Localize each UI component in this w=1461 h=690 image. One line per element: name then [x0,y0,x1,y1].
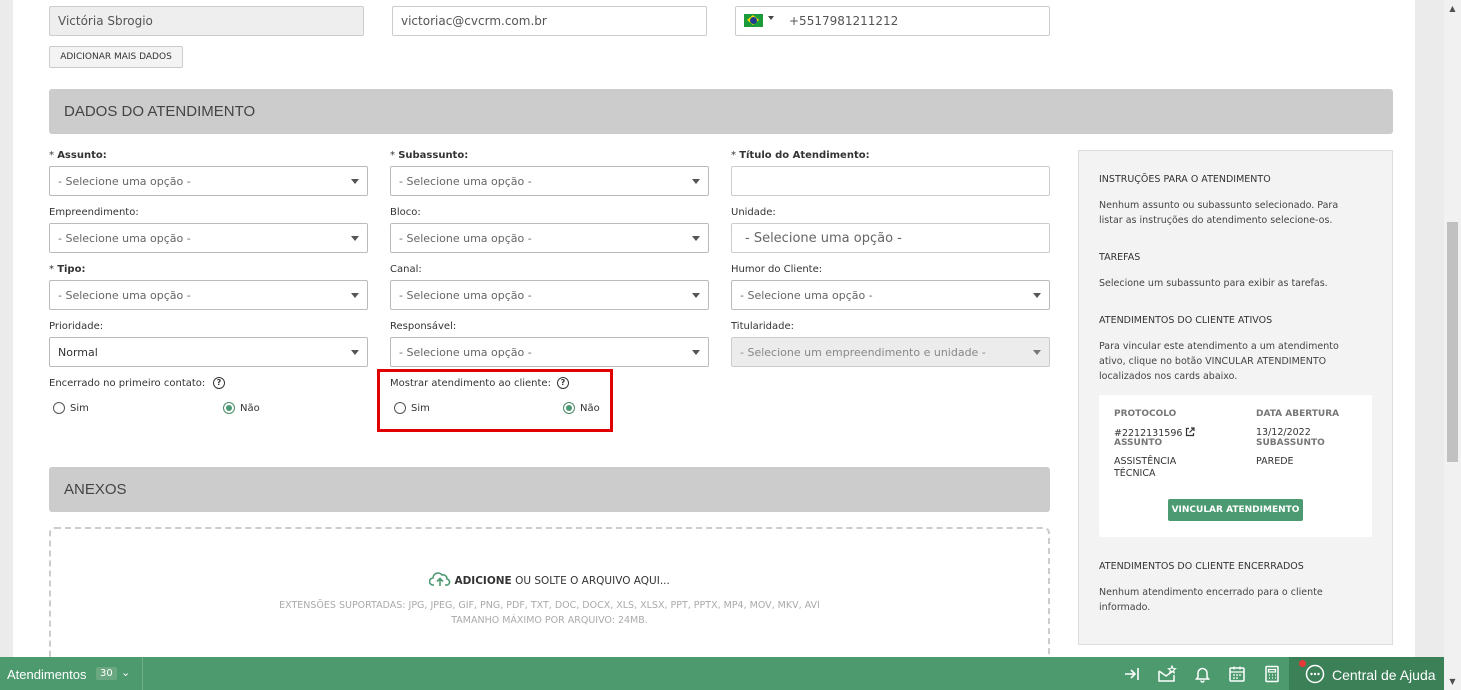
chevron-down-icon[interactable]: ⌄ [121,666,130,679]
empreendimento-select[interactable]: - Selecione uma opção - [49,223,368,253]
date-label: DATA ABERTURA [1256,409,1340,419]
chevron-down-icon [692,236,700,241]
required-mark: * [49,150,54,161]
active-text-3: localizados nos cards abaixo. [1099,371,1238,382]
chevron-down-icon [692,179,700,184]
chevron-down-icon [351,350,359,355]
external-link-icon[interactable] [1185,427,1196,437]
phone-field[interactable]: +5517981211212 [735,6,1050,36]
required-mark: * [49,264,54,275]
section-header-attachments: ANEXOS [49,467,1050,512]
bloco-select[interactable]: - Selecione uma opção - [390,223,709,253]
titulo-label: * Título do Atendimento: [731,150,870,161]
scroll-up-icon[interactable]: ▲ [1447,3,1458,14]
tipo-label: * Tipo: [49,264,86,275]
link-attendance-button[interactable]: VINCULAR ATENDIMENTO [1168,499,1303,521]
canal-select[interactable]: - Selecione uma opção - [390,280,709,310]
scroll-down-icon[interactable]: ▼ [1447,676,1458,687]
calendar-icon[interactable] [1228,665,1246,683]
protocol-label: PROTOCOLO [1114,409,1177,419]
instructions-title: INSTRUÇÕES PARA O ATENDIMENTO [1099,174,1271,185]
subject-label: ASSUNTO [1114,438,1163,448]
highlight-box [377,369,613,432]
encerrado-nao-label: Não [240,403,260,414]
closed-title: ATENDIMENTOS DO CLIENTE ENCERRADOS [1099,561,1304,572]
mail-star-icon[interactable] [1157,665,1177,683]
bell-icon[interactable] [1194,665,1211,683]
extensions-text: EXTENSÕES SUPORTADAS: JPG, JPEG, GIF, PN… [279,600,820,611]
subassunto-label: * Subassunto: [390,150,469,161]
titularidade-label: Titularidade: [731,321,794,332]
chevron-down-icon [692,293,700,298]
empreendimento-label: Empreendimento: [49,207,139,218]
help-center-label[interactable]: Central de Ajuda [1332,667,1436,683]
chevron-down-icon [1033,350,1041,355]
unidade-label: Unidade: [731,207,776,218]
chevron-down-icon [351,293,359,298]
active-text-1: Para vincular este atendimento a um aten… [1099,341,1339,352]
calculator-icon[interactable] [1264,665,1280,683]
subsubject-value: PAREDE [1256,456,1294,467]
chevron-down-icon [351,179,359,184]
tasks-text: Selecione um subassunto para exibir as t… [1099,278,1328,289]
responsavel-label: Responsável: [390,321,457,332]
required-mark: * [731,150,736,161]
assunto-select[interactable]: - Selecione uma opção - [49,166,368,196]
dropzone-text[interactable]: ADICIONE OU SOLTE O ARQUIVO AQUI... [49,571,1050,587]
attendances-tab[interactable]: Atendimentos [7,667,87,682]
dropzone-rest: OU SOLTE O ARQUIVO AQUI... [515,575,670,587]
email-field[interactable]: victoriac@cvcrm.com.br [392,6,707,36]
collapse-arrow-icon[interactable] [1123,665,1141,683]
closed-text-1: Nenhum atendimento encerrado para o clie… [1099,587,1323,598]
responsavel-select[interactable]: - Selecione uma opção - [390,337,709,367]
dropzone-action[interactable]: ADICIONE [454,575,511,587]
titularidade-select: - Selecione um empreendimento e unidade … [731,337,1050,367]
bloco-label: Bloco: [390,207,421,218]
chat-support-icon[interactable] [1305,664,1325,684]
footer-divider [142,657,143,690]
encerrado-label: Encerrado no primeiro contato: [49,378,206,389]
file-dropzone[interactable] [49,527,1050,667]
canal-label: Canal: [390,264,422,275]
subsubject-label: SUBASSUNTO [1256,438,1325,448]
required-mark: * [390,150,395,161]
tipo-select[interactable]: - Selecione uma opção - [49,280,368,310]
max-size-text: TAMANHO MÁXIMO POR ARQUIVO: 24MB. [451,615,648,626]
subject-value-2: TÉCNICA [1114,468,1156,479]
attendances-count-badge: 30 [96,667,117,680]
flag-globe [750,17,757,24]
help-icon[interactable]: ? [213,377,225,389]
name-field[interactable]: Victória Sbrogio [49,6,364,36]
section-header-attendance: DADOS DO ATENDIMENTO [49,89,1393,134]
chevron-down-icon [1033,293,1041,298]
prioridade-label: Prioridade: [49,321,104,332]
unidade-select[interactable]: - Selecione uma opção - [731,223,1050,253]
subject-value-1: ASSISTÊNCIA [1114,456,1177,467]
active-title: ATENDIMENTOS DO CLIENTE ATIVOS [1099,315,1273,326]
humor-select[interactable]: - Selecione uma opção - [731,280,1050,310]
instructions-text-1: Nenhum assunto ou subassunto selecionado… [1099,200,1339,211]
scrollbar-thumb[interactable] [1447,222,1458,462]
active-text-2: ativo, clique no botão VINCULAR ATENDIME… [1099,356,1327,367]
cloud-upload-icon [428,572,451,586]
chevron-down-icon [351,236,359,241]
titulo-input[interactable] [731,166,1050,196]
encerrado-sim-radio[interactable] [53,402,65,414]
page: Victória Sbrogio victoriac@cvcrm.com.br … [0,0,1461,690]
country-dropdown-icon[interactable] [768,16,774,20]
prioridade-select[interactable]: Normal [49,337,368,367]
encerrado-sim-label: Sim [70,403,89,414]
subassunto-select[interactable]: - Selecione uma opção - [390,166,709,196]
humor-label: Humor do Cliente: [731,264,823,275]
chevron-down-icon [692,350,700,355]
closed-text-2: informado. [1099,602,1151,613]
encerrado-nao-radio[interactable] [223,402,235,414]
tasks-title: TAREFAS [1099,252,1141,263]
instructions-text-2: listar as instruções do atendimento sele… [1099,215,1333,226]
add-more-data-button[interactable]: ADICIONAR MAIS DADOS [49,46,183,68]
notification-dot [1299,660,1306,667]
assunto-label: * Assunto: [49,150,107,161]
